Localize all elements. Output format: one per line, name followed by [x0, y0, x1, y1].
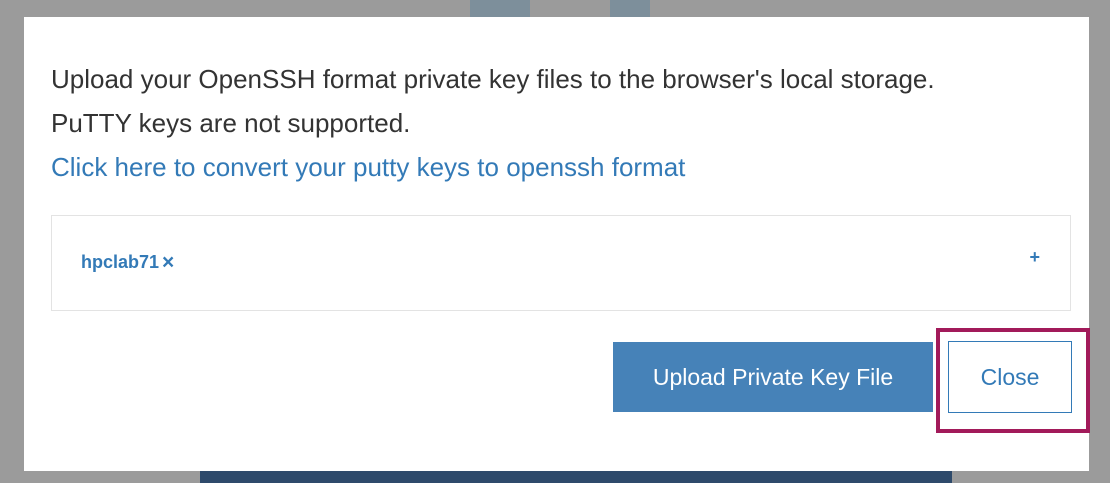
dialog-intro: Upload your OpenSSH format private key f… [51, 57, 935, 189]
key-name: hpclab71 [81, 252, 160, 272]
upload-key-dialog: Upload your OpenSSH format private key f… [24, 17, 1090, 471]
close-button[interactable]: Close [948, 341, 1072, 413]
remove-key-icon[interactable]: × [162, 252, 174, 273]
key-item-hpclab71[interactable]: hpclab71 × [81, 252, 174, 273]
intro-text: Upload your OpenSSH format private key f… [51, 64, 935, 94]
stored-keys-panel: hpclab71 × + [51, 215, 1071, 311]
convert-keys-link[interactable]: Click here to convert your putty keys to… [51, 152, 685, 182]
upload-private-key-button[interactable]: Upload Private Key File [613, 342, 933, 412]
add-key-icon[interactable]: + [1029, 247, 1040, 268]
background-bar [200, 470, 952, 483]
putty-notice: PuTTY keys are not supported. [51, 108, 411, 138]
